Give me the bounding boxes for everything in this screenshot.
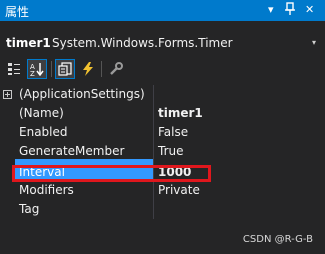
property-value[interactable]: Private [158,183,200,197]
close-icon[interactable]: ✕ [305,2,314,18]
watermark: CSDN @R-G-B [242,234,313,245]
row-gutter [0,163,14,182]
property-row-enabled[interactable]: Enabled False [0,123,325,142]
categorized-button[interactable] [4,59,24,79]
svg-text:Z: Z [30,70,35,76]
property-name: GenerateMember [19,144,125,158]
property-value[interactable]: timer1 [158,106,203,120]
property-row-generatemember[interactable]: GenerateMember True [0,142,325,161]
property-value[interactable]: 1000 [158,165,191,179]
property-name: (Name) [19,106,64,120]
row-gutter [0,181,14,200]
property-row-applicationsettings[interactable]: (ApplicationSettings) [0,85,325,104]
object-type: System.Windows.Forms.Timer [52,36,233,50]
chevron-down-icon[interactable]: ▾ [312,38,316,47]
window-title: 属性 [5,5,30,19]
properties-button[interactable] [55,59,75,79]
events-icon [83,62,93,76]
properties-toolbar: A Z [0,58,325,82]
row-gutter [0,85,14,104]
pin-glyph [285,2,295,15]
categorized-icon [8,63,20,75]
property-row-tag[interactable]: Tag [0,200,325,219]
toolbar-separator [101,61,102,77]
alphabetical-button[interactable]: A Z [27,59,47,79]
row-gutter [0,104,14,123]
toolbar-separator [51,61,52,77]
property-row-name[interactable]: (Name) timer1 [0,104,325,123]
row-gutter [0,123,14,142]
property-row-modifiers[interactable]: Modifiers Private [0,181,325,200]
object-selector[interactable]: timer1 System.Windows.Forms.Timer ▾ [0,33,325,55]
property-name: Modifiers [19,183,74,197]
events-button[interactable] [78,59,98,79]
property-value[interactable]: True [158,144,184,158]
property-name: Interval [19,165,65,179]
row-gutter [0,200,14,219]
property-pages-button[interactable] [106,59,126,79]
properties-titlebar: 属性 ▾ ✕ [0,0,325,21]
property-name: Tag [19,202,40,216]
alphabetical-icon: A Z [30,63,44,76]
object-name: timer1 [6,36,51,50]
property-value[interactable]: False [158,125,188,139]
property-name: (ApplicationSettings) [19,87,145,101]
property-name: Enabled [19,125,68,139]
window-dropdown-icon[interactable]: ▾ [268,2,274,18]
properties-icon [58,62,72,76]
pin-icon[interactable] [285,2,295,21]
expand-plus-icon[interactable] [3,90,12,99]
row-gutter [0,142,14,161]
property-row-interval[interactable]: Interval 1000 [0,163,325,182]
wrench-icon [110,62,123,75]
